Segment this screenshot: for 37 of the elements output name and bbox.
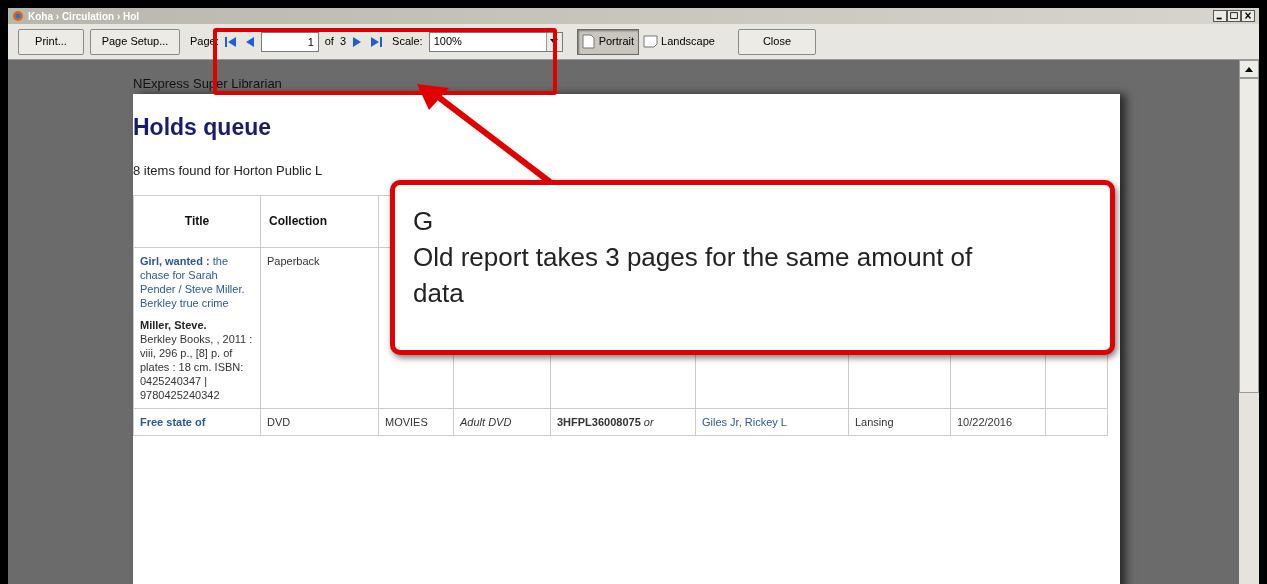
column-header: Title <box>184 214 210 228</box>
close-icon[interactable] <box>1241 10 1255 22</box>
page-number-field[interactable]: 1 <box>260 31 319 52</box>
scale-label: Scale: <box>392 34 423 50</box>
table-cell: DVD <box>267 415 291 428</box>
scrollbar[interactable] <box>1239 60 1259 584</box>
title-link[interactable]: Girl, wanted : the chase for Sarah Pender / Steve Miller. Berkley true crime <box>140 253 254 310</box>
report-heading: Holds queue <box>133 116 272 139</box>
publication-details: Berkley Books, , 2011 : viii, 296 p., [8] p. of plates : 18 cm. ISBN: 0425240347 | 9780425240342 <box>140 331 254 402</box>
page-count: 3 <box>339 34 347 50</box>
table-cell: MOVIES <box>385 415 428 428</box>
page-icon <box>581 34 595 49</box>
page-icon <box>643 35 659 48</box>
first-page-icon[interactable] <box>224 36 237 47</box>
page-setup-button[interactable]: Page Setup... <box>90 28 180 55</box>
table-cell: Paperback <box>267 254 320 267</box>
report-summary: 8 items found for Horton Public L <box>133 162 324 180</box>
author-text: Miller, Steve. <box>140 317 208 332</box>
orientation-tab[interactable]: Portrait <box>576 28 640 55</box>
column-header: Collection <box>269 214 328 228</box>
last-page-icon[interactable] <box>370 36 383 47</box>
table-cell: 10/22/2016 <box>957 415 1013 428</box>
table-cell: 3HFPL36008075 or <box>557 415 654 428</box>
app-icon <box>12 10 24 22</box>
print-button[interactable]: Print... <box>18 28 84 55</box>
callout-text: G <box>413 205 435 238</box>
table-cell: Adult DVD <box>460 415 512 428</box>
window-title: Koha › Circulation › Hol <box>28 9 140 24</box>
close-button[interactable]: Close <box>737 28 816 55</box>
scroll-thumb[interactable] <box>1239 78 1259 393</box>
orientation-tab[interactable]: Landscape <box>639 28 720 55</box>
table-cell: Lansing <box>855 415 894 428</box>
maximize-icon[interactable] <box>1227 10 1241 22</box>
callout-text: Old report takes 3 pages for the same amount of data <box>413 241 974 310</box>
minimize-icon[interactable] <box>1213 10 1227 22</box>
of-label: of <box>324 34 334 50</box>
scroll-up-icon[interactable] <box>1245 66 1253 72</box>
